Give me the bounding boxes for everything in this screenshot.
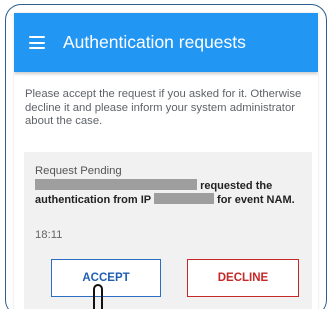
intro-text: Please accept the request if you asked f… <box>25 88 302 127</box>
accept-button[interactable]: ACCEPT <box>51 259 161 297</box>
request-message: requested the authentication from IP for… <box>35 179 303 206</box>
redacted-ip <box>153 192 214 204</box>
request-text-part2: for event NAM. <box>217 193 295 206</box>
app-screen: Authentication requests Please accept th… <box>14 13 318 309</box>
request-status-title: Request Pending <box>35 165 122 177</box>
hamburger-menu-icon[interactable] <box>29 36 45 49</box>
app-bar: Authentication requests <box>14 13 318 72</box>
decline-button[interactable]: DECLINE <box>187 259 299 297</box>
cable-loop <box>93 284 103 309</box>
request-time: 18:11 <box>35 229 63 241</box>
device-frame: Authentication requests Please accept th… <box>5 4 327 309</box>
request-card: Request Pending requested the authentica… <box>24 152 312 309</box>
page-title: Authentication requests <box>63 32 246 52</box>
redacted-username <box>35 179 197 190</box>
